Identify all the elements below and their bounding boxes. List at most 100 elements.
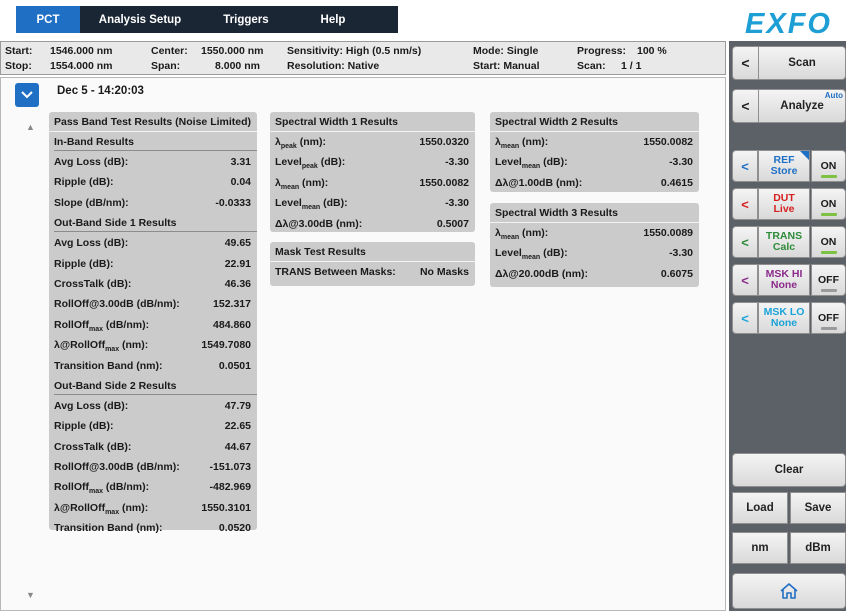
result-value: 1550.0320: [419, 136, 469, 148]
load-button[interactable]: Load: [732, 492, 788, 524]
collapse-button[interactable]: [15, 83, 39, 107]
result-value: 0.0520: [218, 522, 251, 535]
home-icon: [733, 574, 845, 608]
result-label: Ripple (dB):: [54, 176, 114, 189]
out-band-2-title: Out-Band Side 2 Results: [49, 376, 257, 396]
scan-label: Scan:: [577, 60, 606, 72]
spectral-width-2-panel: Spectral Width 2 Results λmean (nm): 1550…: [490, 112, 699, 192]
result-label: λpeak (nm):: [275, 136, 326, 151]
result-label: λ@RollOffmax (nm):: [54, 501, 149, 516]
scan-value: 1 / 1: [621, 60, 642, 72]
scroll-down-icon[interactable]: ▼: [26, 590, 35, 600]
mask-test-panel: Mask Test Results TRANS Between Masks: No…: [270, 242, 475, 286]
chevron-left-icon[interactable]: <: [732, 150, 758, 182]
tab-triggers[interactable]: Triggers: [200, 6, 292, 33]
trace-toggle[interactable]: OFF: [811, 264, 846, 296]
spectral-width-3-panel: Spectral Width 3 Results λmean (nm): 1550…: [490, 203, 699, 287]
out-band-1-row: CrossTalk (dB): 46.36: [49, 274, 257, 294]
sw3-row: Levelmean (dB): -3.30: [490, 243, 699, 263]
nm-unit-button[interactable]: nm: [732, 532, 788, 564]
save-button[interactable]: Save: [790, 492, 846, 524]
start-value: 1546.000 nm: [50, 45, 113, 57]
trace-name-button[interactable]: TRANS Calc: [758, 226, 810, 258]
result-label: RollOffmax (dB/nm):: [54, 481, 150, 496]
out-band-2-row: RollOffmax (dB/nm): -482.969: [49, 477, 257, 497]
result-value: 0.0501: [218, 359, 251, 372]
result-label: RollOff@3.00dB (dB/nm):: [54, 298, 180, 311]
result-label: λmean (nm):: [275, 176, 329, 191]
chevron-left-icon[interactable]: <: [732, 264, 758, 296]
result-value: 0.6075: [660, 267, 693, 280]
mask-row: TRANS Between Masks: No Masks: [270, 262, 475, 282]
chevron-left-icon[interactable]: <: [732, 188, 758, 220]
trace-toggle[interactable]: ON: [811, 226, 846, 258]
analyze-button[interactable]: < Analyze Auto: [732, 89, 846, 123]
result-value: -3.30: [669, 156, 693, 169]
results-panel: Dec 5 - 14:20:03 ▲ ▼ Pass Band Test Resu…: [0, 77, 726, 611]
trace-name-button[interactable]: DUT Live: [758, 188, 810, 220]
out-band-1-row: Avg Loss (dB): 49.65: [49, 233, 257, 253]
center-label: Center:: [151, 45, 188, 57]
mode-text: Mode: Single: [473, 45, 539, 57]
clear-button[interactable]: Clear: [732, 453, 846, 487]
result-label: Levelmean (dB):: [495, 247, 568, 262]
toggle-indicator: [821, 289, 837, 292]
scroll-up-icon[interactable]: ▲: [26, 122, 35, 132]
span-label: Span:: [151, 60, 181, 72]
pass-band-title: Pass Band Test Results (Noise Limited): [49, 112, 257, 132]
top-bar: PCT Analysis Setup Triggers Help: [0, 0, 727, 39]
progress-label: Progress:: [577, 45, 627, 57]
start-label: Start:: [5, 45, 33, 57]
trace-toggle[interactable]: ON: [811, 150, 846, 182]
in-band-row: Ripple (dB): 0.04: [49, 172, 257, 192]
trace-control-dut: < DUT Live ON: [732, 188, 846, 220]
result-label: Levelpeak (dB):: [275, 156, 346, 171]
result-value: 1550.0082: [419, 176, 469, 189]
tab-pct[interactable]: PCT: [16, 6, 80, 33]
center-value: 1550.000 nm: [201, 45, 264, 57]
tab-help[interactable]: Help: [292, 6, 374, 33]
result-value: -482.969: [209, 481, 251, 494]
trace-name-button[interactable]: REF Store: [758, 150, 810, 182]
clear-label: Clear: [774, 464, 804, 476]
sw2-row: Δλ@1.00dB (nm): 0.4615: [490, 173, 699, 193]
out-band-2-row: λ@RollOffmax (nm): 1550.3101: [49, 498, 257, 518]
trace-toggle[interactable]: OFF: [811, 302, 846, 334]
out-band-2-row: Ripple (dB): 22.65: [49, 416, 257, 436]
auto-badge: Auto: [824, 91, 843, 100]
trace-name-button[interactable]: MSK HI None: [758, 264, 810, 296]
chevron-left-icon[interactable]: <: [732, 226, 758, 258]
out-band-1-row: RollOffmax (dB/nm): 484.860: [49, 315, 257, 335]
result-label: Slope (dB/nm):: [54, 196, 129, 209]
out-band-1-title: Out-Band Side 1 Results: [49, 213, 257, 233]
pass-band-results-panel: Pass Band Test Results (Noise Limited) I…: [49, 112, 257, 534]
dbm-unit-button[interactable]: dBm: [790, 532, 846, 564]
result-value: 22.91: [224, 257, 251, 270]
sw1-row: Levelpeak (dB): -3.30: [270, 152, 475, 172]
stop-value: 1554.000 nm: [50, 60, 113, 72]
out-band-1-row: Transition Band (nm): 0.0501: [49, 356, 257, 376]
result-value: 484.860: [213, 318, 251, 331]
result-timestamp: Dec 5 - 14:20:03: [57, 85, 144, 97]
sw2-title: Spectral Width 2 Results: [490, 112, 699, 132]
scan-button[interactable]: < Scan: [732, 46, 846, 80]
result-value: 1549.7080: [201, 339, 251, 352]
mask-title: Mask Test Results: [270, 242, 475, 262]
home-button[interactable]: [732, 573, 846, 609]
result-value: -3.30: [669, 247, 693, 260]
result-label: Avg Loss (dB):: [54, 237, 129, 250]
trace-toggle[interactable]: ON: [811, 188, 846, 220]
result-label: Ripple (dB):: [54, 420, 114, 433]
trace-name-button[interactable]: MSK LO None: [758, 302, 810, 334]
control-sidebar: < Scan < Analyze Auto < REF Store ON < DUT Liv…: [729, 41, 846, 611]
out-band-1-row: λ@RollOffmax (nm): 1549.7080: [49, 335, 257, 355]
trace-control-ref: < REF Store ON: [732, 150, 846, 182]
sw1-row: λpeak (nm): 1550.0320: [270, 132, 475, 152]
chevron-left-icon[interactable]: <: [732, 302, 758, 334]
sw1-row: Levelmean (dB): -3.30: [270, 193, 475, 213]
trace-control-trans: < TRANS Calc ON: [732, 226, 846, 258]
result-value: 152.317: [213, 298, 251, 311]
resolution-text: Resolution: Native: [287, 60, 380, 72]
tab-analysis-setup[interactable]: Analysis Setup: [80, 6, 200, 33]
result-value: -3.30: [445, 156, 469, 169]
